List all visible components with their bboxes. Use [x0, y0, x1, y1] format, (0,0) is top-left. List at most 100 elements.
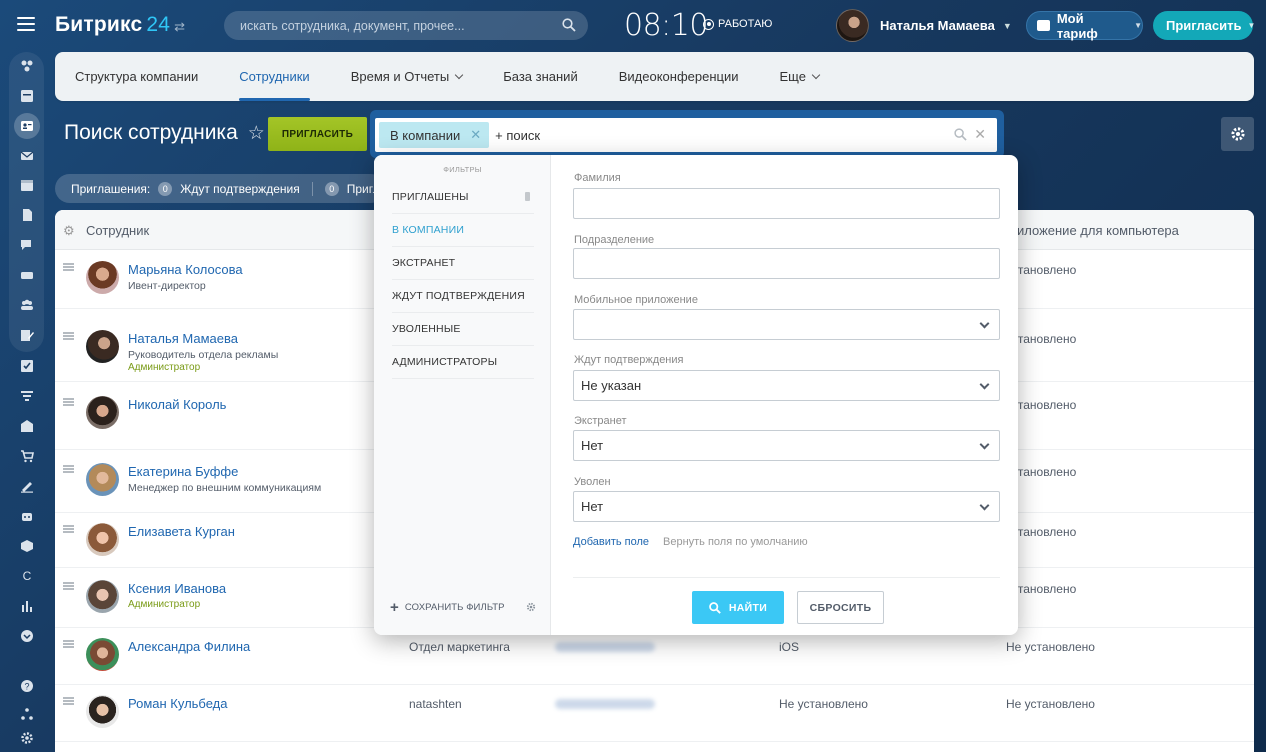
close-icon[interactable]: ✕: [470, 127, 481, 143]
filter-preset-in-company[interactable]: В КОМПАНИИ: [392, 214, 534, 247]
add-field-link[interactable]: Добавить поле: [573, 536, 649, 548]
desktop-app-status: Не установлено: [1006, 640, 1095, 654]
filter-preset-waiting[interactable]: ЖДУТ ПОДТВЕРЖДЕНИЯ: [392, 280, 534, 313]
drag-handle-icon[interactable]: [63, 697, 74, 705]
document-icon[interactable]: [19, 207, 35, 223]
department-field[interactable]: [573, 248, 1000, 279]
calendar-icon[interactable]: [19, 177, 35, 193]
field-value: Нет: [581, 438, 604, 453]
group-icon[interactable]: [19, 297, 35, 313]
search-icon[interactable]: [562, 18, 576, 32]
drive-icon[interactable]: [19, 267, 35, 283]
tab-more[interactable]: Еще: [779, 52, 821, 101]
drag-handle-icon[interactable]: [63, 525, 74, 533]
column-header-desktop[interactable]: иложение для компьютера: [1017, 223, 1179, 238]
sign-icon[interactable]: [19, 478, 35, 494]
employees-icon[interactable]: [14, 113, 40, 139]
top-navigation: Структура компании Сотрудники Время и От…: [55, 52, 1254, 101]
filter-preset-extranet[interactable]: ЭКСТРАНЕТ: [392, 247, 534, 280]
feed-icon[interactable]: [19, 88, 35, 104]
mail-icon[interactable]: [19, 148, 35, 164]
drag-handle-icon[interactable]: [63, 582, 74, 590]
gear-icon[interactable]: [526, 602, 536, 612]
filter-icon[interactable]: [19, 388, 35, 404]
cart-icon[interactable]: [19, 448, 35, 464]
analytics-icon[interactable]: [19, 598, 35, 614]
sitemap-icon[interactable]: [19, 706, 35, 722]
mobile-app-select[interactable]: [573, 309, 1000, 340]
filter-preset-invited[interactable]: ПРИГЛАШЕНЫ: [392, 181, 534, 214]
column-header-employee[interactable]: Сотрудник: [86, 223, 149, 238]
employee-name[interactable]: Наталья Мамаева: [128, 331, 238, 346]
filter-search-field[interactable]: В компании ✕ + поиск ✕: [375, 118, 997, 152]
preset-label: В КОМПАНИИ: [392, 224, 465, 236]
gear-icon: [1230, 127, 1245, 141]
company-icon[interactable]: [19, 418, 35, 434]
tab-knowledge-base[interactable]: База знаний: [503, 52, 578, 101]
tab-videoconference[interactable]: Видеоконференции: [619, 52, 739, 101]
menu-icon[interactable]: [17, 17, 35, 31]
preset-label: ЭКСТРАНЕТ: [392, 257, 456, 269]
briefcase-icon: [1037, 20, 1050, 31]
reset-button[interactable]: СБРОСИТЬ: [797, 591, 884, 624]
clock[interactable]: 08:10: [624, 8, 708, 43]
invite-label: Пригласить: [1166, 18, 1242, 33]
drag-handle-icon[interactable]: [63, 398, 74, 406]
drag-handle-icon[interactable]: [63, 332, 74, 340]
star-icon[interactable]: ☆: [248, 122, 265, 145]
invitations-bar: Приглашения: 0 Ждут подтверждения 0 Приг…: [55, 174, 385, 203]
extranet-select[interactable]: Нет: [573, 430, 1000, 461]
fired-select[interactable]: Нет: [573, 491, 1000, 522]
settings-icon[interactable]: [19, 730, 35, 746]
more-icon[interactable]: [19, 628, 35, 644]
box-icon[interactable]: [19, 538, 35, 554]
search-icon: [709, 601, 721, 614]
tariff-button[interactable]: Мой тариф ▼: [1026, 11, 1143, 41]
surname-field[interactable]: [573, 188, 1000, 219]
employee-name[interactable]: Александра Филина: [128, 639, 250, 654]
employee-name[interactable]: Роман Кульбеда: [128, 696, 228, 711]
gear-icon[interactable]: ⚙: [63, 223, 75, 239]
employee-name[interactable]: Ксения Иванова: [128, 581, 226, 596]
filter-preset-admins[interactable]: АДМИНИСТРАТОРЫ: [392, 346, 534, 379]
tasks-icon[interactable]: [19, 358, 35, 374]
search-icon[interactable]: [954, 128, 967, 141]
waiting-confirmation-select[interactable]: Не указан: [573, 370, 1000, 401]
activity-icon[interactable]: [19, 58, 35, 74]
search-input[interactable]: [224, 11, 588, 40]
invite-button[interactable]: Пригласить ▼: [1153, 11, 1255, 40]
tab-time-reports[interactable]: Время и Отчеты: [351, 52, 464, 101]
table-row[interactable]: Роман Кульбеда natashten Не установлено …: [55, 685, 1254, 742]
drag-handle-icon[interactable]: [63, 640, 74, 648]
filter-tag[interactable]: В компании ✕: [379, 122, 490, 148]
chat-icon[interactable]: [19, 237, 35, 253]
chevron-down-icon: [454, 70, 464, 80]
drag-handle-icon[interactable]: [63, 263, 74, 271]
work-status[interactable]: РАБОТАЮ: [703, 18, 772, 30]
save-filter-button[interactable]: + СОХРАНИТЬ ФИЛЬТР: [390, 600, 505, 615]
user-menu[interactable]: Наталья Мамаева ▼: [836, 9, 1012, 42]
employee-name[interactable]: Екатерина Буффе: [128, 464, 238, 479]
tab-employees[interactable]: Сотрудники: [239, 52, 311, 101]
add-search-label[interactable]: + поиск: [495, 128, 540, 143]
page-settings-button[interactable]: [1221, 117, 1254, 151]
robot-icon[interactable]: [19, 508, 35, 524]
drag-handle-icon[interactable]: [63, 465, 74, 473]
preset-label: УВОЛЕННЫЕ: [392, 323, 461, 335]
invite-employee-button[interactable]: ПРИГЛАСИТЬ: [268, 117, 367, 151]
find-button[interactable]: НАЙТИ: [692, 591, 784, 624]
logo[interactable]: Битрикс 24 ⇄: [55, 13, 185, 37]
crm-icon[interactable]: C: [19, 568, 35, 584]
clear-icon[interactable]: ✕: [974, 126, 986, 143]
tab-company-structure[interactable]: Структура компании: [75, 52, 198, 101]
employee-name[interactable]: Николай Король: [128, 397, 226, 412]
employee-name[interactable]: Марьяна Колосова: [128, 262, 243, 277]
restore-default-fields-link[interactable]: Вернуть поля по умолчанию: [663, 536, 808, 548]
pin-icon[interactable]: [525, 192, 530, 201]
waiting-link[interactable]: Ждут подтверждения: [180, 182, 299, 196]
table-row[interactable]: Александра Филина Отдел маркетинга iOS Н…: [55, 628, 1254, 685]
help-icon[interactable]: ?: [19, 678, 35, 694]
filter-preset-fired[interactable]: УВОЛЕННЫЕ: [392, 313, 534, 346]
employee-name[interactable]: Елизавета Курган: [128, 524, 235, 539]
edit-icon[interactable]: [19, 327, 35, 343]
